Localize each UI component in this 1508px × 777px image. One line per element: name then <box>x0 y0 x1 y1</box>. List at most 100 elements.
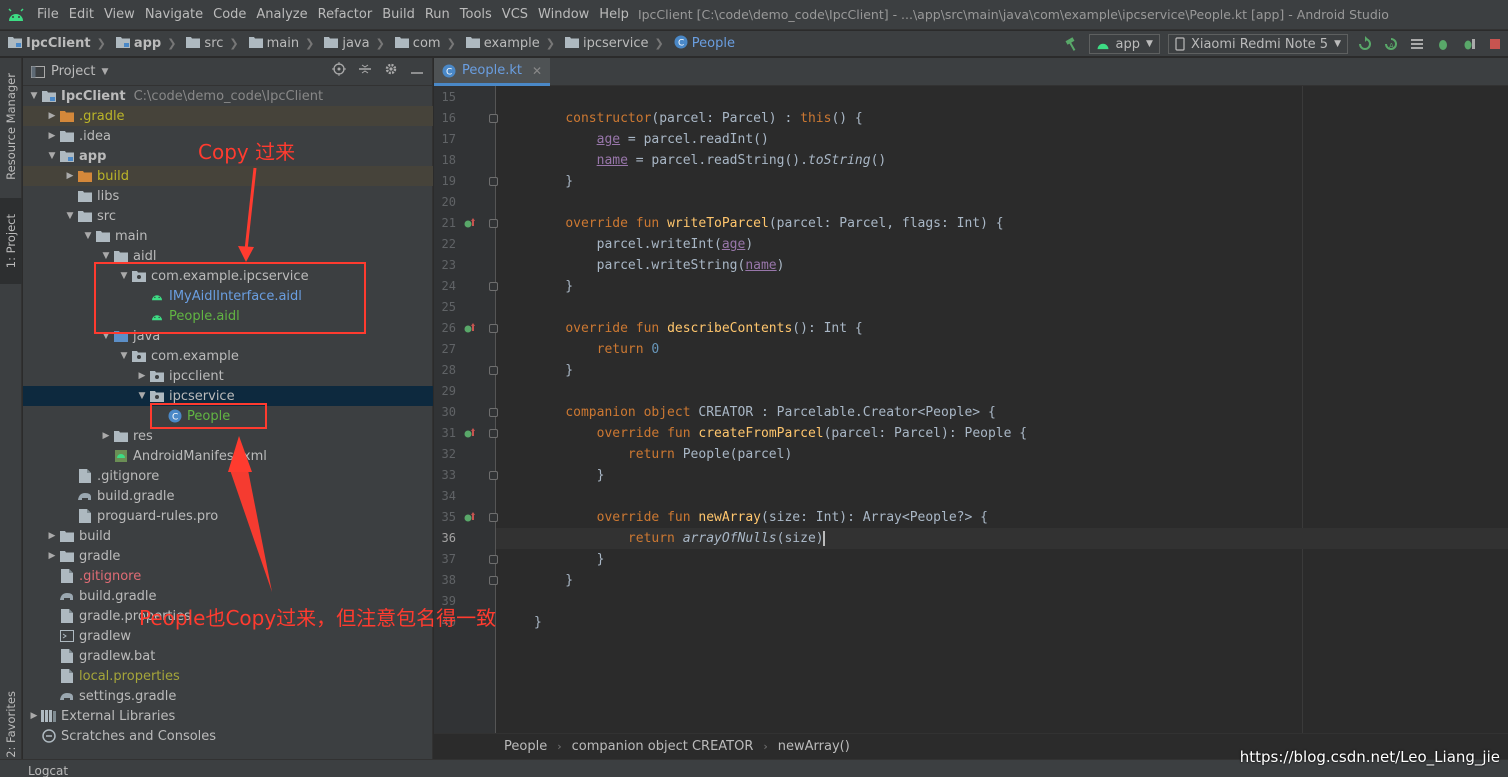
expanded-arrow-icon[interactable]: ▼ <box>135 391 149 401</box>
collapsed-arrow-icon[interactable]: ▶ <box>45 131 59 141</box>
menu-refactor[interactable]: Refactor <box>313 0 378 30</box>
code-line[interactable]: 35 override fun newArray(size: Int): Arr… <box>434 507 1508 528</box>
tree-item[interactable]: ▶ gradle <box>23 546 433 566</box>
code-line[interactable]: 19 } <box>434 171 1508 192</box>
collapsed-arrow-icon[interactable]: ▶ <box>45 111 59 121</box>
code-line[interactable]: 38 } <box>434 570 1508 591</box>
run-config-select[interactable]: app ▼ <box>1088 34 1160 54</box>
menu-vcs[interactable]: VCS <box>497 0 533 30</box>
device-select[interactable]: Xiaomi Redmi Note 5 ▼ <box>1167 34 1348 54</box>
stop-icon[interactable] <box>1486 35 1504 53</box>
collapsed-arrow-icon[interactable]: ▶ <box>99 431 113 441</box>
menu-tools[interactable]: Tools <box>455 0 497 30</box>
code-line[interactable]: 22 parcel.writeInt(age) <box>434 234 1508 255</box>
tree-item[interactable]: ▶ External Libraries <box>23 706 433 726</box>
menu-edit[interactable]: Edit <box>64 0 99 30</box>
fold-marker-icon[interactable] <box>489 366 498 375</box>
code-line[interactable]: 34 <box>434 486 1508 507</box>
collapse-all-icon[interactable] <box>358 62 372 76</box>
project-tool-tab[interactable]: 1: Project <box>0 198 22 284</box>
menu-code[interactable]: Code <box>208 0 251 30</box>
expanded-arrow-icon[interactable]: ▼ <box>99 251 113 261</box>
gear-icon[interactable] <box>384 62 398 76</box>
tree-item[interactable]: ▼ main <box>23 226 433 246</box>
apply-changes-icon[interactable] <box>1356 35 1374 53</box>
code-line[interactable]: 37 } <box>434 549 1508 570</box>
code-line[interactable]: 28 } <box>434 360 1508 381</box>
locate-icon[interactable] <box>332 62 346 76</box>
expanded-arrow-icon[interactable]: ▼ <box>63 211 77 221</box>
hide-panel-icon[interactable] <box>410 62 424 76</box>
nav-crumb-com[interactable]: com ❯ <box>387 35 458 53</box>
tab-people-kt[interactable]: C People.kt ✕ <box>434 58 551 86</box>
list-icon[interactable] <box>1408 35 1426 53</box>
code-line[interactable]: 16 constructor(parcel: Parcel) : this() … <box>434 108 1508 129</box>
code-line[interactable]: 33 } <box>434 465 1508 486</box>
fold-marker-icon[interactable] <box>489 114 498 123</box>
fold-marker-icon[interactable] <box>489 555 498 564</box>
fold-marker-icon[interactable] <box>489 177 498 186</box>
code-line[interactable]: 31 override fun createFromParcel(parcel:… <box>434 423 1508 444</box>
code-line[interactable]: 23 parcel.writeString(name) <box>434 255 1508 276</box>
tree-item[interactable]: libs <box>23 186 433 206</box>
tree-item[interactable]: ▶ build <box>23 166 433 186</box>
menu-run[interactable]: Run <box>420 0 455 30</box>
code-line[interactable]: 20 <box>434 192 1508 213</box>
code-line[interactable]: 30 companion object CREATOR : Parcelable… <box>434 402 1508 423</box>
collapsed-arrow-icon[interactable]: ▶ <box>63 171 77 181</box>
fold-marker-icon[interactable] <box>489 324 498 333</box>
collapsed-arrow-icon[interactable]: ▶ <box>45 531 59 541</box>
nav-crumb-app[interactable]: app ❯ <box>108 35 179 53</box>
override-marker-icon[interactable] <box>464 511 476 523</box>
apply-code-changes-icon[interactable]: A <box>1382 35 1400 53</box>
tree-item[interactable]: ▶ build <box>23 526 433 546</box>
menu-build[interactable]: Build <box>377 0 420 30</box>
code-line[interactable]: 27 return 0 <box>434 339 1508 360</box>
menu-window[interactable]: Window <box>533 0 594 30</box>
favorites-tab[interactable]: 2: Favorites <box>0 688 22 760</box>
override-marker-icon[interactable] <box>464 322 476 334</box>
code-breadcrumb-item[interactable]: newArray() <box>778 739 850 754</box>
fold-marker-icon[interactable] <box>489 576 498 585</box>
code-line[interactable]: 24 } <box>434 276 1508 297</box>
menu-view[interactable]: View <box>99 0 140 30</box>
code-line[interactable]: 26 override fun describeContents(): Int … <box>434 318 1508 339</box>
code-line[interactable]: 29 <box>434 381 1508 402</box>
tree-item[interactable]: .gitignore <box>23 566 433 586</box>
tree-item[interactable]: build.gradle <box>23 486 433 506</box>
menu-analyze[interactable]: Analyze <box>251 0 312 30</box>
nav-crumb-ipcclient[interactable]: IpcClient ❯ <box>0 35 108 53</box>
tree-item[interactable]: AndroidManifest.xml <box>23 446 433 466</box>
tree-item[interactable]: ▼ com.example <box>23 346 433 366</box>
tree-item[interactable]: proguard-rules.pro <box>23 506 433 526</box>
fold-marker-icon[interactable] <box>489 282 498 291</box>
override-marker-icon[interactable] <box>464 427 476 439</box>
code-line[interactable]: 25 <box>434 297 1508 318</box>
code-line[interactable]: 32 return People(parcel) <box>434 444 1508 465</box>
project-view-select[interactable]: Project <box>51 64 95 79</box>
tree-item[interactable]: ▼ IpcClient C:\code\demo_code\IpcClient <box>23 86 433 106</box>
nav-crumb-src[interactable]: src ❯ <box>178 35 240 53</box>
menu-file[interactable]: File <box>32 0 64 30</box>
tree-item[interactable]: gradlew.bat <box>23 646 433 666</box>
tree-item[interactable]: ▶ res <box>23 426 433 446</box>
tree-item[interactable]: ▶ .gradle <box>23 106 433 126</box>
expanded-arrow-icon[interactable]: ▼ <box>117 351 131 361</box>
nav-crumb-ipcservice[interactable]: ipcservice ❯ <box>557 35 666 53</box>
nav-crumb-java[interactable]: java ❯ <box>316 35 386 53</box>
nav-crumb-main[interactable]: main ❯ <box>241 35 317 53</box>
code-line[interactable]: 40} <box>434 612 1508 633</box>
fold-marker-icon[interactable] <box>489 513 498 522</box>
fold-marker-icon[interactable] <box>489 408 498 417</box>
tree-item[interactable]: Scratches and Consoles <box>23 726 433 746</box>
menu-help[interactable]: Help <box>594 0 634 30</box>
code-line[interactable]: 36 return arrayOfNulls(size) <box>434 528 1508 549</box>
code-line[interactable]: 17 age = parcel.readInt() <box>434 129 1508 150</box>
expanded-arrow-icon[interactable]: ▼ <box>27 91 41 101</box>
tree-item[interactable]: .gitignore <box>23 466 433 486</box>
code-breadcrumb-item[interactable]: companion object CREATOR <box>572 739 754 754</box>
code-line[interactable]: 39 <box>434 591 1508 612</box>
chevron-down-icon[interactable]: ▼ <box>101 67 108 77</box>
collapsed-arrow-icon[interactable]: ▶ <box>27 711 41 721</box>
code-line[interactable]: 15 <box>434 87 1508 108</box>
